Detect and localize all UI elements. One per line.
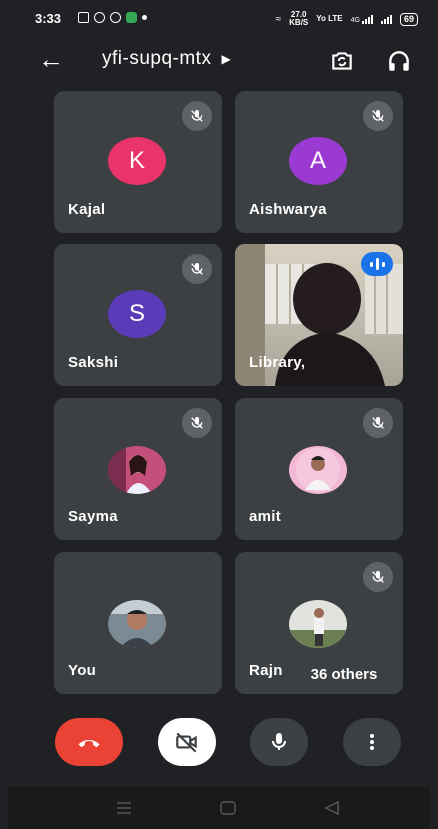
caret-right-icon: ▶ [221, 52, 232, 66]
mic-icon [272, 733, 286, 750]
profile-photo [108, 446, 166, 494]
participant-tile[interactable]: amit [235, 398, 403, 540]
participant-name: amit [249, 508, 282, 525]
screen-record-icon [78, 12, 89, 23]
network-speed: 27.0 KB/S [289, 11, 308, 27]
avatar-initial: S [128, 300, 145, 327]
participant-tile[interactable]: Sayma [54, 398, 222, 540]
signal-4g: 4G [351, 14, 373, 24]
profile-photo [108, 600, 166, 648]
participant-name: Aishwarya [249, 201, 327, 218]
network-type: 4G [350, 17, 360, 24]
more-vert-icon [370, 734, 374, 750]
whatsapp-icon [94, 12, 105, 23]
recents-icon[interactable] [116, 801, 132, 815]
mic-toggle-button[interactable] [250, 718, 308, 766]
notification-icons [78, 12, 147, 23]
battery-indicator: 69 [399, 12, 418, 26]
participant-name: You [68, 662, 97, 679]
camera-off-icon [176, 732, 197, 753]
meeting-header: ← yfi-supq-mtx ▶ [8, 38, 430, 84]
app-frame: 3:33 ≈ 27.0 KB/S Yo LTE 4G 69 ← yfi-supq… [8, 0, 430, 829]
status-right: ≈ 27.0 KB/S Yo LTE 4G 69 [276, 11, 418, 27]
dot-icon [142, 15, 147, 20]
speed-unit: KB/S [289, 18, 309, 27]
participant-name: Sakshi [68, 354, 119, 371]
camera-toggle-button[interactable] [158, 718, 216, 766]
mic-off-icon [182, 254, 212, 284]
avatar: K [108, 137, 166, 185]
avatar-initial: K [128, 147, 145, 174]
participant-name: Sayma [68, 508, 118, 525]
headphones-icon[interactable] [386, 48, 412, 74]
profile-photo [289, 446, 347, 494]
participant-video-tile[interactable]: Library, [235, 244, 403, 386]
volte-indicator: Yo LTE [316, 14, 343, 23]
participant-name: Rajn [249, 662, 283, 679]
participant-name: Library, [249, 354, 306, 371]
mic-off-icon [363, 101, 393, 131]
mic-off-icon [363, 408, 393, 438]
signal-icon [380, 14, 392, 24]
mic-off-icon [182, 101, 212, 131]
vibrate-icon: ≈ [275, 13, 282, 25]
speaking-indicator-icon [361, 252, 393, 276]
arrow-left-icon[interactable]: ← [38, 46, 64, 72]
signal-icon [361, 14, 373, 24]
participant-tile-self[interactable]: You [54, 552, 222, 694]
home-icon[interactable] [220, 801, 236, 815]
status-bar: 3:33 ≈ 27.0 KB/S Yo LTE 4G 69 [8, 0, 430, 38]
meeting-title[interactable]: yfi-supq-mtx ▶ [102, 48, 231, 70]
back-nav-icon[interactable] [324, 801, 340, 815]
more-options-button[interactable] [343, 718, 401, 766]
meet-icon [126, 12, 137, 23]
system-nav-bar [8, 787, 430, 829]
status-time: 3:33 [35, 11, 62, 26]
end-call-icon [78, 739, 100, 748]
avatar-initial: A [309, 147, 326, 174]
avatar: S [108, 290, 166, 338]
mic-off-icon [182, 408, 212, 438]
participant-tile[interactable]: A Aishwarya [235, 91, 403, 233]
meeting-code: yfi-supq-mtx [102, 48, 212, 69]
participant-name: Kajal [68, 201, 106, 218]
participant-tile[interactable]: S Sakshi [54, 244, 222, 386]
avatar: A [289, 137, 347, 185]
whatsapp-icon [110, 12, 121, 23]
profile-photo [289, 600, 347, 648]
end-call-button[interactable] [55, 718, 123, 766]
others-chip[interactable]: 36 others [288, 658, 400, 690]
camera-switch-icon[interactable] [329, 48, 355, 74]
participant-tile[interactable]: K Kajal [54, 91, 222, 233]
mic-off-icon [363, 562, 393, 592]
